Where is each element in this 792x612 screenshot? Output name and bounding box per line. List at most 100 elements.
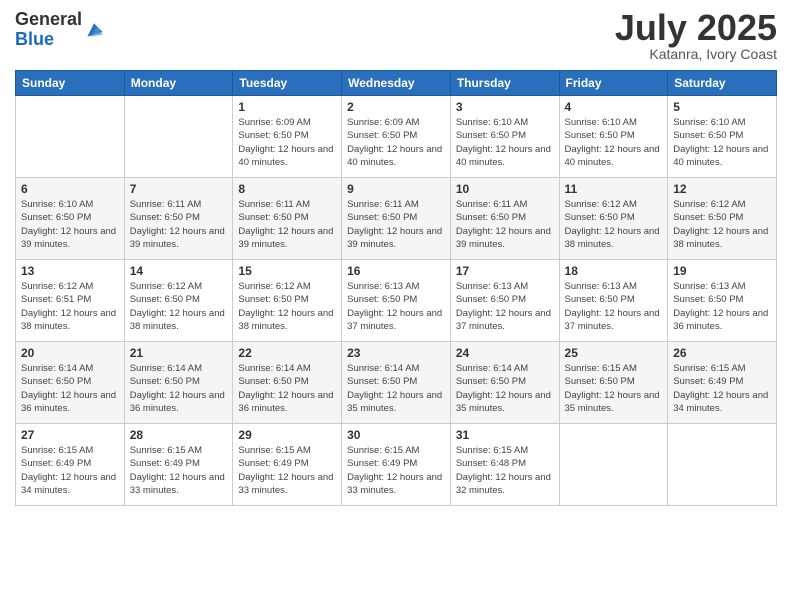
day-number: 1 — [238, 100, 336, 114]
day-info: Sunrise: 6:14 AMSunset: 6:50 PMDaylight:… — [130, 362, 228, 415]
calendar-cell: 1 Sunrise: 6:09 AMSunset: 6:50 PMDaylight… — [233, 96, 342, 178]
day-number: 30 — [347, 428, 445, 442]
day-number: 24 — [456, 346, 554, 360]
calendar-cell: 7Sunrise: 6:11 AMSunset: 6:50 PMDaylight… — [124, 178, 233, 260]
day-info: Sunrise: 6:13 AMSunset: 6:50 PMDaylight:… — [347, 280, 445, 333]
day-number: 13 — [21, 264, 119, 278]
week-row-1: 1 Sunrise: 6:09 AMSunset: 6:50 PMDaylight… — [16, 96, 777, 178]
day-info: Sunrise: 6:15 AMSunset: 6:49 PMDaylight:… — [673, 362, 771, 415]
day-info: Sunrise: 6:11 AMSunset: 6:50 PMDaylight:… — [130, 198, 228, 251]
calendar-cell: 30 Sunrise: 6:15 AMSunset: 6:49 PMDayligh… — [342, 424, 451, 506]
weekday-header-thursday: Thursday — [450, 71, 559, 96]
calendar-cell: 18Sunrise: 6:13 AMSunset: 6:50 PMDayligh… — [559, 260, 668, 342]
day-number: 9 — [347, 182, 445, 196]
weekday-header-row: SundayMondayTuesdayWednesdayThursdayFrid… — [16, 71, 777, 96]
week-row-2: 6Sunrise: 6:10 AMSunset: 6:50 PMDaylight… — [16, 178, 777, 260]
calendar-cell: 3 Sunrise: 6:10 AMSunset: 6:50 PMDaylight… — [450, 96, 559, 178]
calendar-cell: 14Sunrise: 6:12 AMSunset: 6:50 PMDayligh… — [124, 260, 233, 342]
weekday-header-wednesday: Wednesday — [342, 71, 451, 96]
day-info: Sunrise: 6:10 AMSunset: 6:50 PMDaylight:… — [673, 116, 771, 169]
day-number: 20 — [21, 346, 119, 360]
day-info: Sunrise: 6:12 AMSunset: 6:50 PMDaylight:… — [130, 280, 228, 333]
day-info: Sunrise: 6:12 AMSunset: 6:50 PMDaylight:… — [673, 198, 771, 251]
day-info: Sunrise: 6:11 AMSunset: 6:50 PMDaylight:… — [456, 198, 554, 251]
day-number: 10 — [456, 182, 554, 196]
day-number: 29 — [238, 428, 336, 442]
month-title: July 2025 — [615, 10, 777, 46]
calendar-cell: 29Sunrise: 6:15 AMSunset: 6:49 PMDayligh… — [233, 424, 342, 506]
calendar-cell: 6Sunrise: 6:10 AMSunset: 6:50 PMDaylight… — [16, 178, 125, 260]
calendar-cell: 4 Sunrise: 6:10 AMSunset: 6:50 PMDaylight… — [559, 96, 668, 178]
calendar-cell: 23 Sunrise: 6:14 AMSunset: 6:50 PMDayligh… — [342, 342, 451, 424]
calendar-cell: 8Sunrise: 6:11 AMSunset: 6:50 PMDaylight… — [233, 178, 342, 260]
calendar-cell: 11Sunrise: 6:12 AMSunset: 6:50 PMDayligh… — [559, 178, 668, 260]
weekday-header-friday: Friday — [559, 71, 668, 96]
day-number: 18 — [565, 264, 663, 278]
day-info: Sunrise: 6:15 AMSunset: 6:49 PMDaylight:… — [347, 444, 445, 497]
calendar-cell: 28Sunrise: 6:15 AMSunset: 6:49 PMDayligh… — [124, 424, 233, 506]
day-info: Sunrise: 6:09 AMSunset: 6:50 PMDaylight:… — [238, 116, 336, 169]
title-block: July 2025 Katanra, Ivory Coast — [615, 10, 777, 62]
page: General Blue July 2025 Katanra, Ivory Co… — [0, 0, 792, 612]
day-info: Sunrise: 6:14 AMSunset: 6:50 PMDaylight:… — [238, 362, 336, 415]
calendar-cell: 16 Sunrise: 6:13 AMSunset: 6:50 PMDayligh… — [342, 260, 451, 342]
day-info: Sunrise: 6:13 AMSunset: 6:50 PMDaylight:… — [456, 280, 554, 333]
calendar-cell: 19 Sunrise: 6:13 AMSunset: 6:50 PMDayligh… — [668, 260, 777, 342]
calendar-cell: 15 Sunrise: 6:12 AMSunset: 6:50 PMDayligh… — [233, 260, 342, 342]
day-number: 26 — [673, 346, 771, 360]
calendar-cell: 27 Sunrise: 6:15 AMSunset: 6:49 PMDayligh… — [16, 424, 125, 506]
calendar-cell: 20 Sunrise: 6:14 AMSunset: 6:50 PMDayligh… — [16, 342, 125, 424]
weekday-header-sunday: Sunday — [16, 71, 125, 96]
calendar-cell — [559, 424, 668, 506]
calendar-table: SundayMondayTuesdayWednesdayThursdayFrid… — [15, 70, 777, 506]
day-number: 27 — [21, 428, 119, 442]
weekday-header-tuesday: Tuesday — [233, 71, 342, 96]
day-info: Sunrise: 6:15 AMSunset: 6:49 PMDaylight:… — [21, 444, 119, 497]
calendar-cell: 5Sunrise: 6:10 AMSunset: 6:50 PMDaylight… — [668, 96, 777, 178]
day-number: 3 — [456, 100, 554, 114]
calendar-cell: 24Sunrise: 6:14 AMSunset: 6:50 PMDayligh… — [450, 342, 559, 424]
logo-general: General — [15, 10, 82, 30]
calendar-cell: 2Sunrise: 6:09 AMSunset: 6:50 PMDaylight… — [342, 96, 451, 178]
calendar-cell: 17 Sunrise: 6:13 AMSunset: 6:50 PMDayligh… — [450, 260, 559, 342]
weekday-header-saturday: Saturday — [668, 71, 777, 96]
day-number: 15 — [238, 264, 336, 278]
day-number: 16 — [347, 264, 445, 278]
day-info: Sunrise: 6:15 AMSunset: 6:50 PMDaylight:… — [565, 362, 663, 415]
day-number: 8 — [238, 182, 336, 196]
calendar-cell: 22 Sunrise: 6:14 AMSunset: 6:50 PMDayligh… — [233, 342, 342, 424]
day-number: 6 — [21, 182, 119, 196]
day-info: Sunrise: 6:12 AMSunset: 6:50 PMDaylight:… — [238, 280, 336, 333]
day-number: 25 — [565, 346, 663, 360]
day-info: Sunrise: 6:10 AMSunset: 6:50 PMDaylight:… — [565, 116, 663, 169]
day-info: Sunrise: 6:12 AMSunset: 6:51 PMDaylight:… — [21, 280, 119, 333]
day-number: 31 — [456, 428, 554, 442]
day-info: Sunrise: 6:15 AMSunset: 6:48 PMDaylight:… — [456, 444, 554, 497]
day-number: 21 — [130, 346, 228, 360]
day-info: Sunrise: 6:13 AMSunset: 6:50 PMDaylight:… — [673, 280, 771, 333]
day-info: Sunrise: 6:14 AMSunset: 6:50 PMDaylight:… — [347, 362, 445, 415]
calendar-cell — [124, 96, 233, 178]
day-number: 22 — [238, 346, 336, 360]
calendar-cell: 12 Sunrise: 6:12 AMSunset: 6:50 PMDayligh… — [668, 178, 777, 260]
calendar-cell: 13 Sunrise: 6:12 AMSunset: 6:51 PMDayligh… — [16, 260, 125, 342]
day-info: Sunrise: 6:09 AMSunset: 6:50 PMDaylight:… — [347, 116, 445, 169]
day-info: Sunrise: 6:10 AMSunset: 6:50 PMDaylight:… — [456, 116, 554, 169]
day-number: 19 — [673, 264, 771, 278]
day-number: 28 — [130, 428, 228, 442]
day-number: 17 — [456, 264, 554, 278]
week-row-3: 13 Sunrise: 6:12 AMSunset: 6:51 PMDayligh… — [16, 260, 777, 342]
day-number: 23 — [347, 346, 445, 360]
week-row-4: 20 Sunrise: 6:14 AMSunset: 6:50 PMDayligh… — [16, 342, 777, 424]
day-info: Sunrise: 6:11 AMSunset: 6:50 PMDaylight:… — [347, 198, 445, 251]
location: Katanra, Ivory Coast — [615, 46, 777, 62]
logo-icon — [84, 20, 104, 40]
day-info: Sunrise: 6:14 AMSunset: 6:50 PMDaylight:… — [21, 362, 119, 415]
weekday-header-monday: Monday — [124, 71, 233, 96]
week-row-5: 27 Sunrise: 6:15 AMSunset: 6:49 PMDayligh… — [16, 424, 777, 506]
calendar-cell: 9 Sunrise: 6:11 AMSunset: 6:50 PMDaylight… — [342, 178, 451, 260]
logo-blue: Blue — [15, 30, 82, 50]
day-number: 12 — [673, 182, 771, 196]
day-number: 4 — [565, 100, 663, 114]
day-info: Sunrise: 6:12 AMSunset: 6:50 PMDaylight:… — [565, 198, 663, 251]
